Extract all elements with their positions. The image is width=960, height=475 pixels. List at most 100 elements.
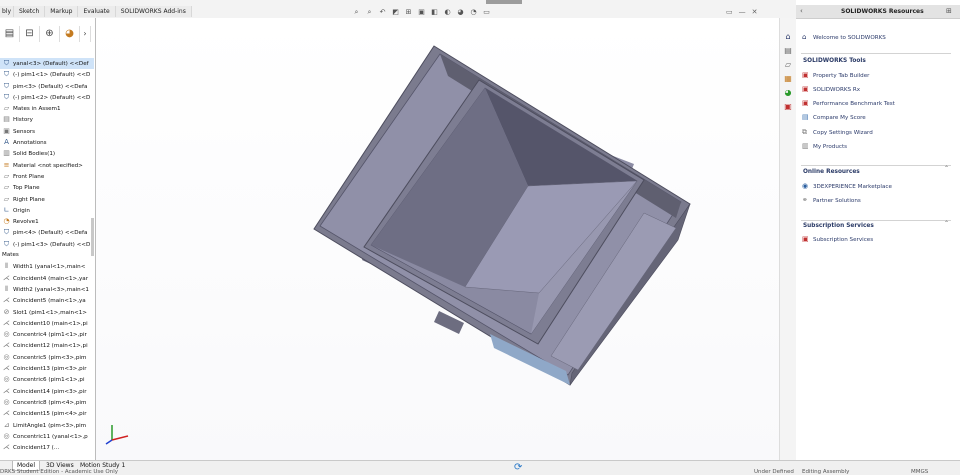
close-window-icon[interactable]: ✕	[752, 8, 758, 16]
mate-item[interactable]: ◎ Concentric8 (pim<4>,pim	[0, 397, 94, 408]
tree-item[interactable]: ⛉ (-) pim1<3> (Default) <<D	[0, 239, 94, 250]
rebuild-icon[interactable]: ⟳	[514, 462, 522, 473]
tool-link[interactable]: ▣ SOLIDWORKS Rx	[802, 85, 860, 93]
zoom-to-fit-icon[interactable]: ⌕	[352, 8, 361, 17]
mate-item-label: Coincident5 (main<1>,ya	[13, 298, 86, 305]
tool-link[interactable]: ▥ My Products	[802, 142, 847, 150]
display-style-icon[interactable]: ◧	[430, 8, 439, 17]
tree-item[interactable]: ⛉ pim<3> (Default) <<Defa	[0, 81, 94, 92]
hide-show-items-icon[interactable]: ◐	[443, 8, 452, 17]
annotations-icon: A	[4, 138, 9, 147]
mate-item[interactable]: ⋌ Coincident12 (main<1>,pi	[0, 340, 94, 351]
tool-link[interactable]: ▣ Property Tab Builder	[802, 71, 869, 79]
material-icon: ≡	[3, 160, 10, 169]
pin-icon[interactable]: ⊞	[946, 7, 952, 15]
view-orientation-icon[interactable]: ▣	[417, 8, 426, 17]
feature-tree-tab-icon[interactable]: ▤	[0, 26, 20, 42]
file-explorer-tab-icon[interactable]: ▱	[783, 60, 793, 70]
mate-item-label: Concentric5 (pim<3>,pim	[13, 354, 87, 361]
tree-item[interactable]: ▥ Solid Bodies(1)	[0, 148, 94, 159]
section-view-icon[interactable]: ◩	[391, 8, 400, 17]
tree-item[interactable]: ⛉ pim<4> (Default) <<Defa	[0, 227, 94, 238]
component-icon: ⛉	[3, 92, 10, 101]
my-products-icon: ▥	[802, 142, 809, 150]
minimize-window-icon[interactable]: —	[739, 8, 746, 16]
dynamic-annotation-icon[interactable]: ⊞	[404, 8, 413, 17]
property-manager-tab-icon[interactable]: ⊟	[20, 26, 40, 42]
mate-item[interactable]: ⋌ Coincident14 (pim<3>,pir	[0, 386, 94, 397]
tree-item-label: Material <not specified>	[13, 162, 83, 169]
tree-item[interactable]: ▣ Sensors	[0, 126, 94, 137]
welcome-link[interactable]: ⌂ Welcome to SOLIDWORKS	[802, 33, 886, 41]
welcome-link-label: Welcome to SOLIDWORKS	[813, 35, 886, 41]
restore-window-icon[interactable]: ▭	[726, 8, 733, 16]
zoom-area-icon[interactable]: ⌕	[365, 8, 374, 17]
tree-item-label: (-) pim1<2> (Default) <<D	[13, 94, 91, 101]
tree-item[interactable]: ∟ Origin	[0, 205, 94, 216]
command-tabs: bly Sketch Markup Evaluate SOLIDWORKS Ad…	[0, 6, 192, 18]
tree-item[interactable]: ▱ Top Plane	[0, 182, 94, 193]
configuration-manager-tab-icon[interactable]: ⊕	[40, 26, 60, 42]
tab-sketch[interactable]: Sketch	[14, 6, 46, 17]
tree-item[interactable]: A Annotations	[0, 137, 94, 148]
tree-item[interactable]: ▱ Front Plane	[0, 171, 94, 182]
mate-item[interactable]: ⋌ Coincident10 (main<1>,pi	[0, 318, 94, 329]
tool-link[interactable]: ⧉ Copy Settings Wizard	[802, 128, 873, 137]
assembly-model[interactable]	[96, 18, 794, 460]
resources-tab-icon[interactable]: ⌂	[783, 32, 793, 42]
previous-view-icon[interactable]: ↶	[378, 8, 387, 17]
tool-link[interactable]: ▤ Compare My Score	[802, 113, 866, 121]
tree-item[interactable]: ⛉ (-) pim1<2> (Default) <<D	[0, 92, 94, 103]
mate-item[interactable]: ◎ Concentric6 (pim1<1>,pi	[0, 374, 94, 385]
tool-link[interactable]: ▣ Performance Benchmark Test	[802, 99, 895, 107]
view-settings-icon[interactable]: ▭	[482, 8, 491, 17]
chevron-right-icon[interactable]: ›	[80, 26, 91, 42]
mate-item[interactable]: ⋌ Coincident5 (main<1>,ya	[0, 295, 94, 306]
tree-item[interactable]: ▱ Right Plane	[0, 194, 94, 205]
mate-item[interactable]: ⫴ Width2 (yanal<3>,main<1	[0, 284, 94, 295]
edit-appearance-icon[interactable]: ◕	[456, 8, 465, 17]
tree-item[interactable]: ▤ History	[0, 114, 94, 125]
mate-item-label: Concentric8 (pim<4>,pim	[13, 399, 87, 406]
custom-properties-tab-icon[interactable]: ▣	[783, 102, 793, 112]
mate-item[interactable]: ⋌ Coincident15 (pim<4>,pir	[0, 408, 94, 419]
mate-item[interactable]: ◎ Concentric5 (pim<3>,pim	[0, 352, 94, 363]
chevron-left-icon[interactable]: ‹	[800, 7, 803, 15]
graphics-area[interactable]	[96, 18, 794, 460]
mate-item[interactable]: ⫴ Width1 (yanal<1>,main<	[0, 261, 94, 272]
tree-item[interactable]: ≡ Material <not specified>	[0, 160, 94, 171]
tree-item[interactable]: ◔ Revolve1	[0, 216, 94, 227]
tab-evaluate[interactable]: Evaluate	[78, 6, 116, 17]
mate-item[interactable]: ⋌ Coincident17 (...	[0, 442, 94, 453]
status-units[interactable]: MMGS	[911, 469, 928, 475]
tab-markup[interactable]: Markup	[45, 6, 79, 17]
online-link[interactable]: ⚭ Partner Solutions	[802, 196, 861, 204]
tree-item[interactable]: ⛉ (-) pim1<1> (Default) <<D	[0, 69, 94, 80]
design-library-tab-icon[interactable]: ▤	[783, 46, 793, 56]
display-manager-tab-icon[interactable]: ◕	[60, 26, 80, 42]
mate-item[interactable]: ⊿ LimitAngle1 (pim<3>,pim	[0, 420, 94, 431]
triad-z-axis	[105, 439, 113, 445]
tree-item-label: Revolve1	[13, 219, 39, 226]
section-divider	[801, 53, 951, 54]
view-palette-tab-icon[interactable]: ▦	[783, 74, 793, 84]
online-link[interactable]: ◉ 3DEXPERIENCE Marketplace	[802, 182, 892, 190]
tree-vertical-scrollbar[interactable]	[91, 218, 94, 256]
mate-item[interactable]: ⋌ Coincident4 (main<1>,yar	[0, 273, 94, 284]
tree-item[interactable]: ▱ Mates in Assem1	[0, 103, 94, 114]
tab-assembly[interactable]: bly	[0, 6, 15, 17]
mate-item[interactable]: ⊘ Slot1 (pim1<1>,main<1>	[0, 307, 94, 318]
mate-item[interactable]: ◎ Concentric4 (pim1<1>,pir	[0, 329, 94, 340]
width-mate-icon: ⫴	[5, 262, 8, 271]
mate-item-label: Slot1 (pim1<1>,main<1>	[13, 309, 87, 316]
apply-scene-icon[interactable]: ◔	[469, 8, 478, 17]
mate-item[interactable]: ⋌ Coincident13 (pim<3>,pir	[0, 363, 94, 374]
chevron-up-icon[interactable]: ⌃	[944, 220, 949, 227]
chevron-up-icon[interactable]: ⌃	[944, 165, 949, 172]
subscription-link[interactable]: ▣ Subscription Services	[802, 235, 873, 243]
tab-solidworks-addins[interactable]: SOLIDWORKS Add-ins	[115, 6, 192, 17]
appearances-tab-icon[interactable]: ◕	[783, 88, 793, 98]
mate-item[interactable]: ◎ Concentric11 (yanal<1>,p	[0, 431, 94, 442]
mates-heading[interactable]: Mates	[0, 250, 94, 261]
tree-item[interactable]: ⛉ yanal<3> (Default) <<Def	[0, 58, 94, 70]
